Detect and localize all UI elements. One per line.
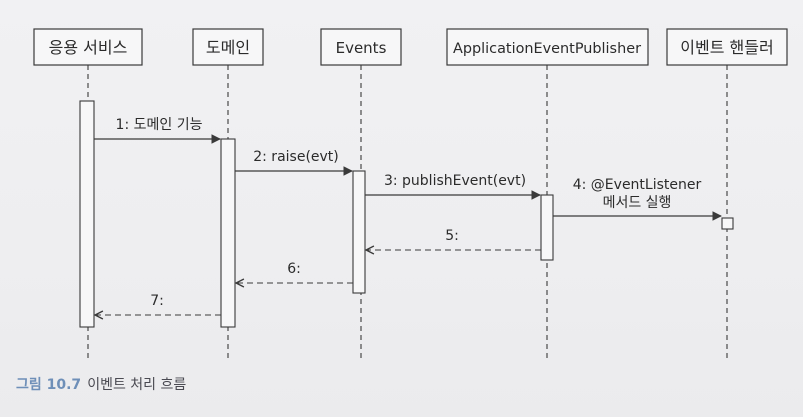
activation-events	[352, 170, 366, 294]
figure-caption: 그림 10.7 이벤트 처리 흐름	[16, 374, 186, 394]
participant-publisher: ApplicationEventPublisher	[446, 28, 649, 66]
sequence-diagram: 응용 서비스 도메인 Events ApplicationEventPublis…	[33, 28, 788, 362]
figure-number: 그림 10.7	[16, 377, 82, 393]
activation-publisher	[540, 194, 554, 261]
message-1-label: 1: 도메인 기능	[116, 117, 203, 133]
activation-domain	[220, 138, 236, 328]
participant-label: 응용 서비스	[49, 38, 128, 57]
participant-label: Events	[336, 39, 387, 57]
activation-event-handler	[721, 217, 734, 230]
participant-label: 이벤트 핸들러	[680, 38, 773, 57]
lifelines	[87, 65, 728, 362]
message-4-label-line2: 메서드 실행	[603, 195, 672, 211]
message-3-label: 3: publishEvent(evt)	[384, 173, 526, 189]
message-7-label: 7:	[150, 293, 164, 309]
participant-label: 도메인	[206, 38, 250, 57]
activation-bars	[79, 100, 734, 328]
participant-label: ApplicationEventPublisher	[453, 41, 641, 57]
message-6-label: 6:	[287, 261, 301, 277]
participant-app-service: 응용 서비스	[33, 28, 143, 66]
figure-title: 이벤트 처리 흐름	[87, 377, 187, 393]
message-labels: 1: 도메인 기능 2: raise(evt) 3: publishEvent(…	[116, 117, 702, 309]
activation-app-service	[79, 100, 95, 328]
sequence-diagram-figure: 응용 서비스 도메인 Events ApplicationEventPublis…	[0, 0, 803, 417]
message-2-label: 2: raise(evt)	[253, 149, 339, 165]
message-5-label: 5:	[445, 228, 459, 244]
participant-event-handler: 이벤트 핸들러	[666, 28, 788, 66]
message-4-label-line1: 4: @EventListener	[573, 177, 702, 193]
participant-events: Events	[320, 28, 402, 66]
participant-domain: 도메인	[192, 28, 264, 66]
